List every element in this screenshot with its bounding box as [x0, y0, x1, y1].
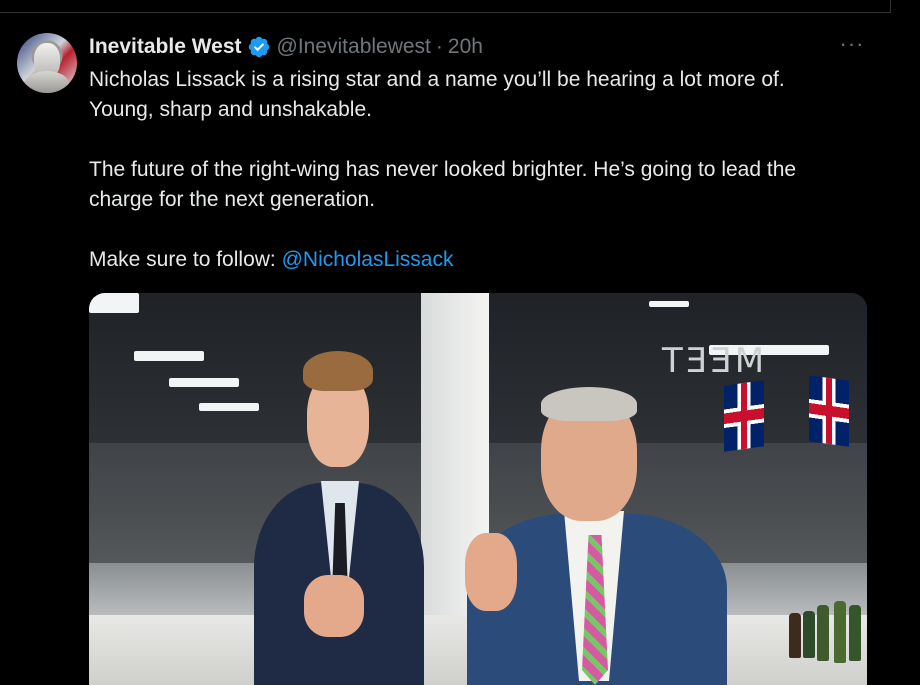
follow-prompt: Make sure to follow:	[89, 248, 282, 271]
bottle	[834, 601, 846, 663]
hair	[541, 387, 637, 421]
top-divider	[0, 12, 890, 13]
union-flag	[809, 375, 849, 447]
bottle	[817, 605, 829, 661]
author-handle[interactable]: @Inevitablewest	[277, 35, 431, 59]
thumbs-up-hand	[304, 575, 364, 637]
tweet-timestamp[interactable]: 20h	[448, 35, 483, 59]
ceiling-light	[199, 403, 259, 411]
hair	[303, 351, 373, 391]
tweet-text-line-4: charge for the next generation.	[89, 188, 376, 211]
avatar[interactable]	[17, 33, 77, 93]
photo-sign-text: MEET	[659, 341, 765, 381]
bottle	[849, 605, 861, 661]
tweet-text-line-1: Nicholas Lissack is a rising star and a …	[89, 68, 785, 91]
tweet-text-line-5: Make sure to follow: @NicholasLissack	[89, 245, 453, 275]
ceiling-light	[169, 378, 239, 387]
separator-dot: ·	[435, 35, 443, 58]
mention-link[interactable]: @NicholasLissack	[282, 248, 454, 271]
avatar-statue-shoulders	[25, 71, 69, 93]
tweet-text-line-2: Young, sharp and unshakable.	[89, 98, 372, 121]
more-options-icon[interactable]: ···	[837, 33, 867, 58]
ceiling-light	[134, 351, 204, 361]
tweet-text-line-3: The future of the right-wing has never l…	[89, 158, 797, 181]
tweet-header: Inevitable West @Inevitablewest · 20h	[89, 34, 483, 60]
bottle	[803, 611, 815, 658]
tweet-photo[interactable]: MEET	[89, 293, 867, 685]
thumbs-up-hand	[465, 533, 517, 611]
bottle	[789, 613, 801, 658]
column-divider	[890, 0, 891, 13]
union-flag	[724, 380, 764, 452]
verified-badge-icon[interactable]	[247, 35, 271, 59]
author-name[interactable]: Inevitable West	[89, 35, 242, 59]
ceiling-light	[649, 301, 689, 307]
ceiling-light	[89, 293, 139, 313]
